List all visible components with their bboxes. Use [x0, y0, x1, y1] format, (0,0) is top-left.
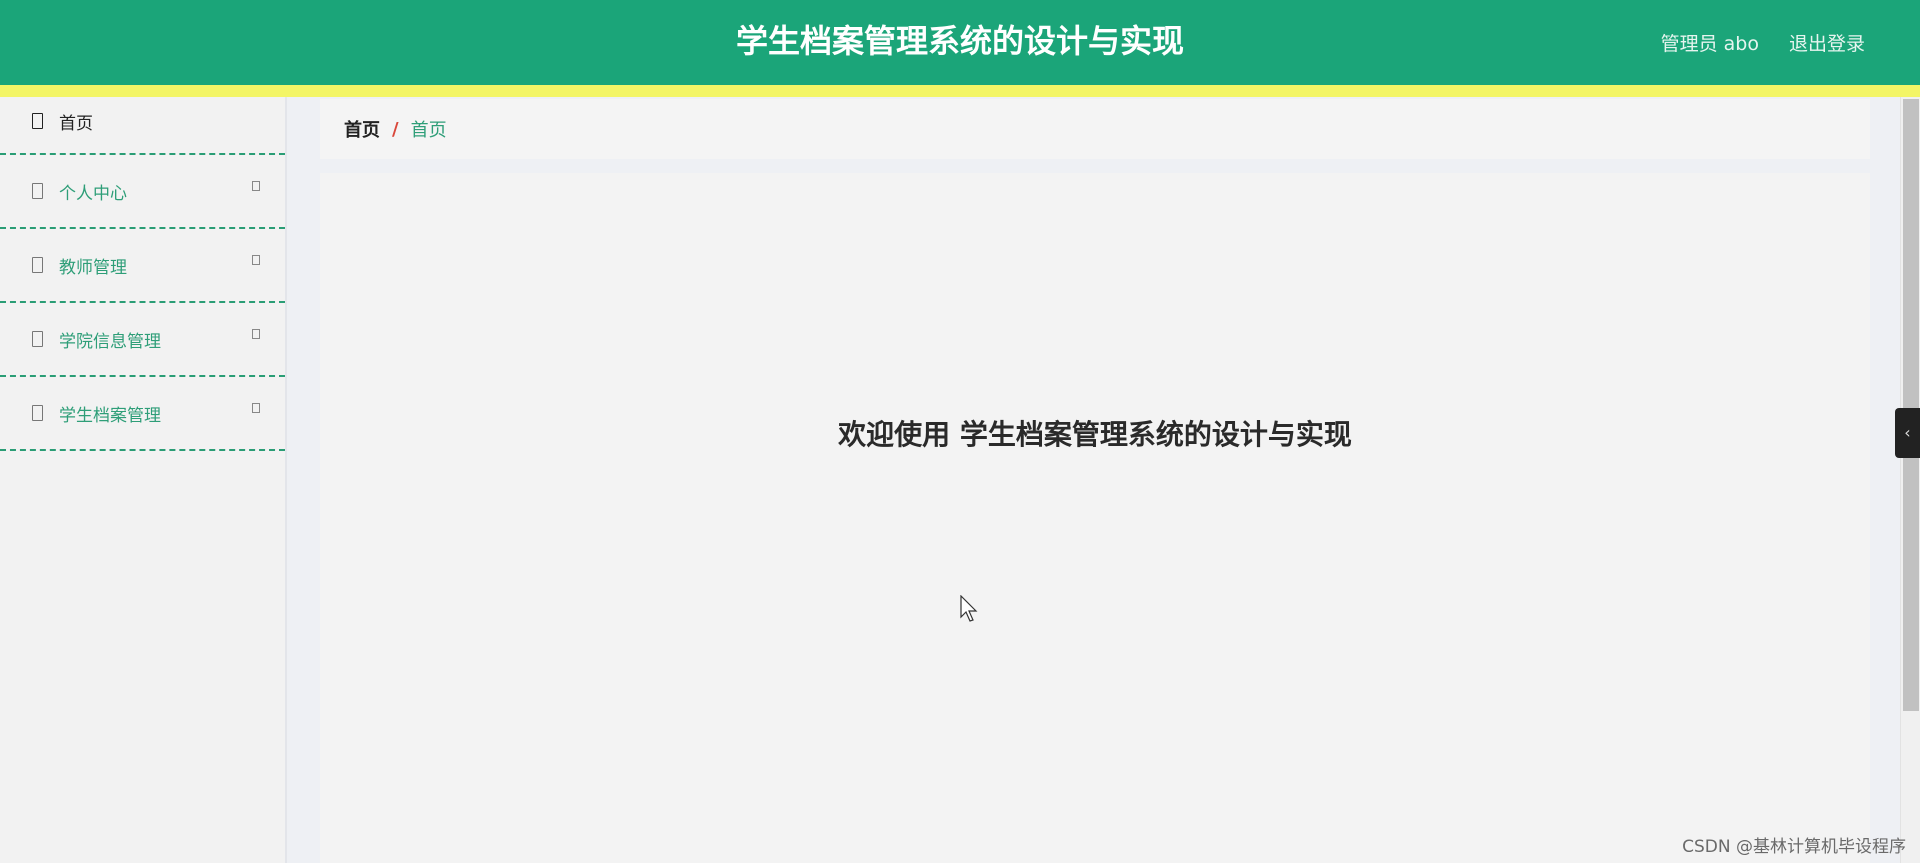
header-accent-stripe: [0, 85, 1920, 97]
college-icon: [32, 331, 43, 347]
sidebar: 首页 个人中心 教师管理 学院信息管理 学生档案管理: [0, 97, 287, 863]
breadcrumb-current: 首页: [410, 120, 447, 141]
expand-arrow-icon: [252, 403, 260, 413]
vertical-scrollbar[interactable]: [1900, 97, 1920, 863]
sidebar-item-label: 个人中心: [59, 183, 127, 204]
watermark: CSDN @基林计算机毕设程序: [1682, 837, 1906, 857]
expand-arrow-icon: [252, 181, 260, 191]
user-icon: [32, 183, 43, 199]
app-title: 学生档案管理系统的设计与实现: [735, 22, 1184, 60]
expand-arrow-icon: [252, 329, 260, 339]
sidebar-item-personal-center[interactable]: 个人中心: [0, 155, 285, 229]
breadcrumb-home-link[interactable]: 首页: [344, 116, 380, 142]
sidebar-item-label: 教师管理: [59, 257, 127, 278]
scrollbar-thumb[interactable]: [1903, 99, 1919, 711]
sidebar-item-home[interactable]: 首页: [0, 97, 285, 155]
top-header: 学生档案管理系统的设计与实现 管理员 abo 退出登录: [0, 0, 1920, 85]
collapse-panel-button[interactable]: ‹: [1895, 408, 1920, 458]
expand-arrow-icon: [252, 255, 260, 265]
breadcrumb: 首页 / 首页: [320, 99, 1870, 159]
sidebar-item-label: 首页: [59, 114, 93, 134]
sidebar-item-student-archive[interactable]: 学生档案管理: [0, 377, 285, 451]
welcome-panel: 欢迎使用 学生档案管理系统的设计与实现: [320, 173, 1870, 863]
mouse-cursor-icon: [960, 595, 978, 622]
header-user-area: 管理员 abo 退出登录: [1661, 0, 1865, 85]
welcome-message: 欢迎使用 学生档案管理系统的设计与实现: [838, 418, 1352, 451]
archive-icon: [32, 405, 43, 421]
logout-button[interactable]: 退出登录: [1789, 29, 1865, 56]
sidebar-item-teacher-management[interactable]: 教师管理: [0, 229, 285, 303]
sidebar-item-college-info[interactable]: 学院信息管理: [0, 303, 285, 377]
current-user-label: 管理员 abo: [1660, 33, 1759, 55]
breadcrumb-separator: /: [392, 118, 399, 140]
sidebar-item-label: 学生档案管理: [59, 405, 161, 426]
sidebar-item-label: 学院信息管理: [59, 331, 161, 352]
main-content: 首页 / 首页 欢迎使用 学生档案管理系统的设计与实现: [289, 97, 1900, 863]
chevron-left-icon: ‹: [1904, 423, 1911, 442]
home-icon: [32, 113, 43, 129]
teacher-icon: [32, 257, 43, 273]
